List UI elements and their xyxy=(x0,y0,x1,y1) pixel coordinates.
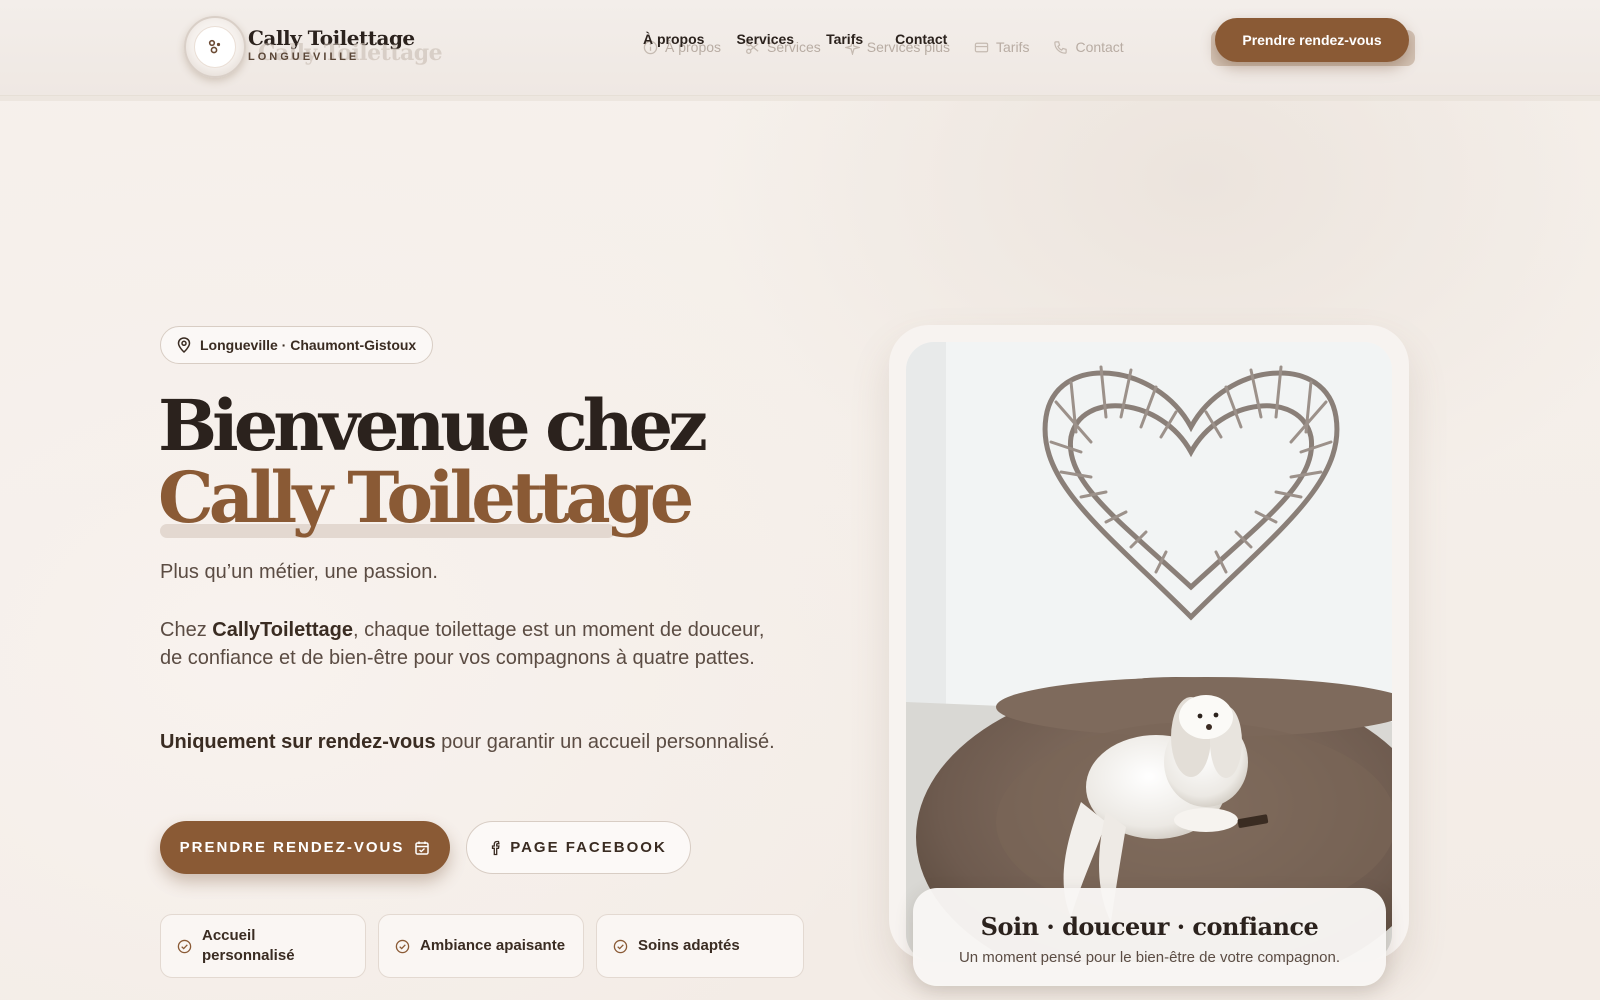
map-pin-icon xyxy=(177,337,191,353)
appointment-note: Uniquement sur rendez-vous pour garantir… xyxy=(160,731,775,753)
feature-label: Ambiance apaisante xyxy=(420,937,566,954)
check-circle-icon xyxy=(177,939,192,953)
check-circle-icon xyxy=(395,939,410,953)
logo-badge xyxy=(184,16,246,78)
paw-icon xyxy=(194,26,236,68)
brand-subtitle: LONGUEVILLE xyxy=(248,50,360,63)
hero-description: Chez CallyToilettage, chaque toilettage … xyxy=(160,619,765,669)
nav-item-tarifs[interactable]: Tarifs xyxy=(826,31,863,47)
feature-card-soins: Soins adaptés xyxy=(596,914,804,978)
main-navigation: À propos Services Tarifs Contact xyxy=(643,31,979,47)
photo-caption-card: Soin · douceur · confiance Un moment pen… xyxy=(913,888,1386,986)
facebook-page-label: PAGE FACEBOOK xyxy=(510,839,667,856)
feature-card-accueil: Accueil personnalisé xyxy=(160,914,366,978)
book-appointment-label: PRENDRE RENDEZ-VOUS xyxy=(179,839,405,856)
hero-title-line1: Bienvenue chez xyxy=(158,384,708,467)
facebook-page-button[interactable]: PAGE FACEBOOK xyxy=(466,821,691,874)
brand-logo-link[interactable]: Cally Toilettage Cally Toilettage LONGUE… xyxy=(184,16,443,78)
phone-icon xyxy=(1054,40,1068,54)
location-text: Longueville · Chaumont-Gistoux xyxy=(200,337,417,353)
feature-label: Soins adaptés xyxy=(638,937,740,954)
book-appointment-header-button[interactable]: Prendre rendez-vous xyxy=(1215,18,1409,62)
calendar-icon xyxy=(415,841,430,855)
brand-emphasis: CallyToilettage xyxy=(212,619,354,641)
salon-photo xyxy=(906,342,1392,962)
book-appointment-button[interactable]: PRENDRE RENDEZ-VOUS xyxy=(160,821,450,874)
nav-item-contact[interactable]: Contact xyxy=(895,31,947,47)
nav-item-services[interactable]: Services xyxy=(736,31,794,47)
check-circle-icon xyxy=(613,939,628,953)
dog-on-bed-illustration xyxy=(906,342,1392,962)
appointment-emphasis: Uniquement sur rendez-vous xyxy=(160,731,436,753)
caption-title: Soin · douceur · confiance xyxy=(980,912,1319,941)
hero-tagline: Plus qu’un métier, une passion. xyxy=(160,561,438,583)
site-header: Cally Toilettage Cally Toilettage LONGUE… xyxy=(0,0,1600,101)
caption-subtitle: Un moment pensé pour le bien-être de vot… xyxy=(958,949,1341,966)
feature-card-ambiance: Ambiance apaisante xyxy=(378,914,584,978)
location-badge: Longueville · Chaumont-Gistoux xyxy=(160,326,434,364)
hero-title-line2: Cally Toilettage xyxy=(158,456,694,539)
ghost-nav-item-contact: Contact xyxy=(1053,39,1124,55)
nav-item-a-propos[interactable]: À propos xyxy=(643,31,704,47)
feature-label: Accueil personnalisé xyxy=(202,927,295,964)
ghost-nav-item-tarifs: Tarifs xyxy=(974,39,1029,55)
facebook-icon xyxy=(492,840,500,855)
